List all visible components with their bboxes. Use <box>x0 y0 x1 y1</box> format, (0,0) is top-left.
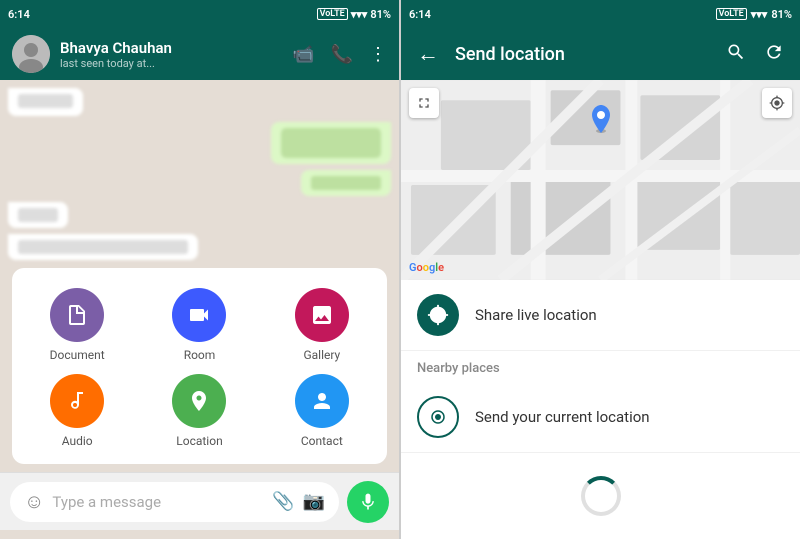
volte-icon-right: VoLTE <box>716 8 747 20</box>
attach-icon[interactable]: 📎 <box>272 491 294 512</box>
location-label: Location <box>176 434 222 448</box>
share-live-label: Share live location <box>475 306 597 324</box>
more-options-icon[interactable]: ⋮ <box>369 44 387 65</box>
battery-right: 81% <box>771 8 792 21</box>
signal-icon: ▾▾▾ <box>751 8 768 21</box>
attach-item-gallery[interactable]: Gallery <box>267 288 377 362</box>
share-live-location-option[interactable]: Share live location <box>401 280 800 351</box>
video-call-icon[interactable]: 📹 <box>292 44 314 65</box>
message-bubble <box>8 202 68 228</box>
location-title: Send location <box>455 44 710 65</box>
send-current-label: Send your current location <box>475 408 650 426</box>
audio-icon <box>50 374 104 428</box>
attach-item-document[interactable]: Document <box>22 288 132 362</box>
loading-spinner <box>581 476 621 516</box>
status-bar-right: 6:14 VoLTE ▾▾▾ 81% <box>401 0 800 28</box>
emoji-icon[interactable]: ☺ <box>24 489 44 514</box>
room-icon <box>172 288 226 342</box>
live-location-icon <box>417 294 459 336</box>
message-text <box>311 176 381 190</box>
status-icons-left: VoLTE ▾▾▾ 81% <box>317 8 391 21</box>
location-icon <box>172 374 226 428</box>
header-action-icons: 📹 📞 ⋮ <box>292 44 387 65</box>
status-bar-left: 6:14 VoLTE ▾▾▾ 81% <box>0 0 399 28</box>
contact-label: Contact <box>301 434 343 448</box>
send-location-panel: 6:14 VoLTE ▾▾▾ 81% ← Send location <box>401 0 800 539</box>
room-label: Room <box>184 348 216 362</box>
audio-label: Audio <box>62 434 93 448</box>
battery-left: 81% <box>370 8 391 21</box>
status-time-right: 6:14 <box>409 8 431 21</box>
location-header: ← Send location <box>401 28 800 80</box>
volte-icon: VoLTE <box>317 8 348 20</box>
attach-item-audio[interactable]: Audio <box>22 374 132 448</box>
message-bubble <box>271 122 391 164</box>
attach-item-location[interactable]: Location <box>144 374 254 448</box>
attach-item-room[interactable]: Room <box>144 288 254 362</box>
gallery-icon <box>295 288 349 342</box>
contact-status: last seen today at... <box>60 57 282 70</box>
chat-input-bar: ☺ Type a message 📎 📷 <box>0 472 399 530</box>
map-expand-button[interactable] <box>409 88 439 118</box>
nearby-places-label: Nearby places <box>401 351 800 382</box>
message-text <box>18 208 58 222</box>
message-text <box>18 94 73 108</box>
send-current-location-option[interactable]: Send your current location <box>401 382 800 453</box>
message-input-area[interactable]: ☺ Type a message 📎 📷 <box>10 482 339 522</box>
message-bubble <box>301 170 391 196</box>
voice-call-icon[interactable]: 📞 <box>331 44 353 65</box>
gallery-label: Gallery <box>303 348 340 362</box>
contact-info: Bhavya Chauhan last seen today at... <box>60 39 282 70</box>
attach-item-contact[interactable]: Contact <box>267 374 377 448</box>
message-text <box>18 240 188 254</box>
location-header-icons <box>726 42 784 67</box>
contact-name: Bhavya Chauhan <box>60 39 282 57</box>
location-target-button[interactable] <box>762 88 792 118</box>
current-location-icon <box>417 396 459 438</box>
avatar <box>12 35 50 73</box>
message-bubble <box>8 234 198 260</box>
document-label: Document <box>50 348 105 362</box>
time-left: 6:14 <box>8 8 30 21</box>
refresh-icon[interactable] <box>764 42 784 67</box>
message-text <box>281 128 381 158</box>
message-input-placeholder[interactable]: Type a message <box>52 493 264 511</box>
attachment-menu: Document Room Gallery <box>12 268 387 464</box>
message-bubble <box>8 88 83 116</box>
back-icon[interactable]: ← <box>417 41 439 67</box>
map-controls <box>762 88 792 118</box>
chat-header: Bhavya Chauhan last seen today at... 📹 📞… <box>0 28 399 80</box>
map-pin <box>590 105 612 137</box>
search-icon[interactable] <box>726 42 746 67</box>
wifi-icon: ▾▾▾ <box>351 8 368 21</box>
camera-icon[interactable]: 📷 <box>303 491 325 512</box>
document-icon <box>50 288 104 342</box>
contact-icon <box>295 374 349 428</box>
google-logo: Google <box>409 261 444 274</box>
loading-area <box>401 453 800 539</box>
status-icons-right: VoLTE ▾▾▾ 81% <box>716 8 792 21</box>
messages-area <box>0 80 399 268</box>
mic-button[interactable] <box>347 481 389 523</box>
whatsapp-chat-panel: 6:14 VoLTE ▾▾▾ 81% Bhavya Chauhan last s… <box>0 0 399 539</box>
map-view[interactable]: Google <box>401 80 800 280</box>
status-time-left: 6:14 <box>8 8 30 21</box>
